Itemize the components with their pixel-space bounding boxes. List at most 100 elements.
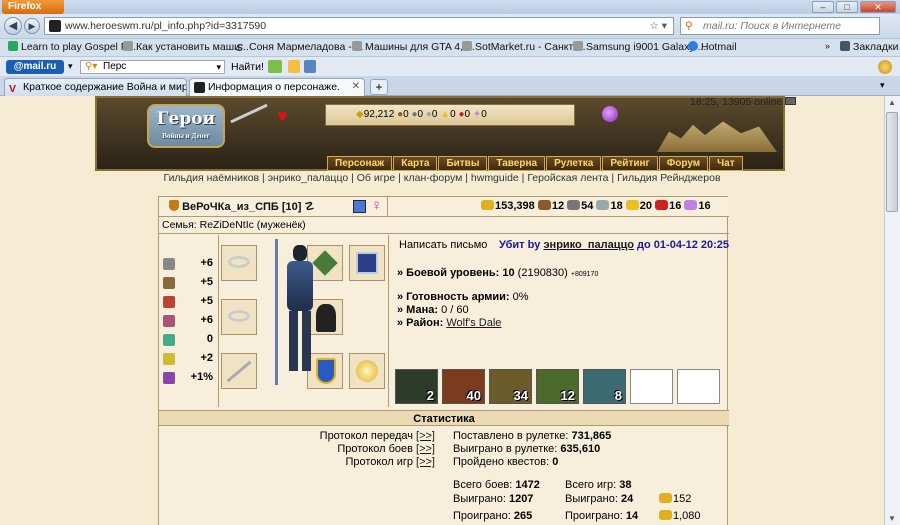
game-banner: Герои Войны и Денег ♥ ◆92,212 ●0 ●0 ●0 ▲0…: [95, 96, 785, 171]
scrollbar-thumb[interactable]: [886, 112, 898, 212]
menu-battles[interactable]: Битвы: [438, 156, 488, 171]
district-link[interactable]: Wolf's Dale: [446, 317, 501, 329]
maximize-button[interactable]: □: [836, 1, 858, 13]
link-hwmguide[interactable]: hwmguide: [471, 172, 519, 184]
doc-icon: [352, 41, 362, 51]
mailru-logo[interactable]: @mail.ru: [6, 60, 64, 74]
mailru-search-input[interactable]: ⚲▾ Перс ▾: [80, 60, 225, 74]
site-icon: [49, 20, 61, 32]
games-total: Всего игр: 38: [565, 479, 632, 491]
ring-icon[interactable]: [221, 245, 257, 281]
close-window-button[interactable]: ✕: [860, 1, 896, 13]
link-ranger-guild[interactable]: Гильдия Рейнджеров: [617, 172, 720, 184]
games-lost-gold: 1,080: [659, 510, 701, 522]
close-tab-icon[interactable]: ✕: [352, 79, 360, 95]
menu-tavern[interactable]: Таверна: [488, 156, 546, 171]
bookmark-item[interactable]: SotMarket.ru - Санкт-...: [462, 41, 586, 53]
tab-bar: V Краткое содержание Война и мир п... Ин…: [0, 76, 900, 96]
menu-rating[interactable]: Рейтинг: [602, 156, 658, 171]
killer-link[interactable]: энрико_палаццо: [543, 239, 634, 251]
combat-level-line: » Боевой уровень: 10 (2190830) +809170: [397, 267, 599, 279]
menu-map[interactable]: Карта: [393, 156, 438, 171]
search-placeholder: mail.ru: Поиск в Интернете: [703, 20, 841, 32]
book-icon[interactable]: [353, 200, 366, 213]
hero-portrait[interactable]: [259, 239, 345, 387]
bookmark-item[interactable]: Как установить маши...: [123, 41, 249, 53]
link-clan-forum[interactable]: клан-форум: [404, 172, 463, 184]
write-letter-link[interactable]: Написать письмо: [399, 239, 487, 251]
bookmark-item[interactable]: Машины для GTA 4, ...: [352, 41, 475, 53]
mailru-dropdown-icon[interactable]: ▾: [68, 61, 73, 72]
link-about-game[interactable]: Об игре: [357, 172, 395, 184]
battle-protocol-link[interactable]: [>>]: [416, 443, 435, 455]
search-engine-icon[interactable]: ⚲: [685, 18, 693, 34]
top-resource-bar: ◆92,212 ●0 ●0 ●0 ▲0 ●0 ✦0: [325, 104, 575, 126]
stat-spellpower: +5: [163, 295, 213, 309]
forward-button[interactable]: ▶: [24, 18, 40, 34]
chevron-down-icon[interactable]: ▾: [216, 61, 221, 73]
search-bar[interactable]: ⚲ mail.ru: Поиск в Интернете: [680, 17, 880, 35]
new-tab-button[interactable]: +: [370, 79, 388, 95]
gear-icon[interactable]: [878, 60, 892, 74]
minimize-button[interactable]: –: [812, 1, 834, 13]
firefox-menu-button[interactable]: Firefox: [2, 0, 64, 14]
killed-by-line: Убит by энрико_палаццо до 01-04-12 20:25: [499, 239, 730, 251]
rss-star-icon[interactable]: ☆ ▾: [649, 18, 667, 34]
artifact-horse-icon[interactable]: [349, 353, 385, 389]
stats-column: +6 +5 +5 +6 0 +2 +1%: [159, 235, 219, 407]
sword-icon[interactable]: [221, 353, 257, 389]
menu-chat[interactable]: Чат: [709, 156, 743, 171]
scroll-up-icon[interactable]: ▲: [888, 98, 896, 107]
scroll-down-icon[interactable]: ▼: [888, 514, 896, 523]
bookmarks-overflow-icon[interactable]: »: [825, 41, 830, 51]
statistics-header: Статистика: [159, 410, 729, 426]
pencil-icon[interactable]: [288, 60, 300, 73]
game-protocol-link[interactable]: [>>]: [416, 456, 435, 468]
chart-icon[interactable]: [268, 60, 282, 73]
gold-icon: [659, 510, 672, 520]
bookmarks-menu-button[interactable]: Закладки: [840, 41, 898, 53]
army-unit-3[interactable]: 34: [489, 369, 532, 404]
link-enrico[interactable]: энрико_палаццо: [268, 172, 349, 184]
transfer-protocol-link[interactable]: [>>]: [416, 430, 435, 442]
sulfur-icon: ▲: [440, 109, 451, 120]
spellbook-icon[interactable]: [349, 245, 385, 281]
bookmark-item[interactable]: Learn to play Gospel Pi...: [8, 41, 139, 53]
link-mercenary-guild[interactable]: Гильдия наёмников: [163, 172, 259, 184]
army-unit-4[interactable]: 12: [536, 369, 579, 404]
mail-envelope-icon[interactable]: [785, 97, 797, 105]
army-unit-5[interactable]: 8: [583, 369, 626, 404]
battles-won: Выиграно: 1207: [453, 493, 534, 505]
bookmark-item[interactable]: Samsung i9001 Galaxy ...: [573, 41, 706, 53]
equipment-area: [219, 235, 389, 407]
menu-character[interactable]: Персонаж: [327, 156, 393, 171]
character-header: ВеРоЧКа_из_СПБ [10] ☡ ♀ 153,398 12 54 18…: [159, 197, 729, 217]
menu-roulette[interactable]: Рулетка: [546, 156, 602, 171]
army-unit-2[interactable]: 40: [442, 369, 485, 404]
find-button[interactable]: Найти!: [231, 61, 264, 73]
game-logo[interactable]: Герои Войны и Денег: [147, 104, 225, 148]
stat-attack: +6: [163, 257, 213, 271]
tab-character-info[interactable]: Информация о персонаже. ✕: [189, 78, 365, 96]
window-icon[interactable]: [304, 60, 316, 73]
attack-icon: [163, 258, 175, 270]
roulette-placed: Поставлено в рулетке: 731,865: [453, 430, 612, 442]
divider: [387, 197, 388, 217]
bookmark-item[interactable]: Hotmail: [688, 41, 737, 53]
tab-summary[interactable]: V Краткое содержание Война и мир п...: [4, 78, 187, 96]
knowledge-icon: [163, 315, 175, 327]
tab-list-icon[interactable]: ▾: [880, 80, 885, 91]
faction-icon: ☡: [304, 201, 315, 213]
ring-icon[interactable]: [221, 299, 257, 335]
link-hero-feed[interactable]: Геройская лента: [527, 172, 608, 184]
site-icon: [194, 82, 205, 93]
army-unit-1[interactable]: 2: [395, 369, 438, 404]
back-button[interactable]: ◀: [4, 17, 22, 35]
crystal-icon: [655, 200, 669, 210]
menu-forum[interactable]: Форум: [658, 156, 709, 171]
clan-shield-icon[interactable]: [169, 200, 179, 211]
bookmark-item[interactable]: S Соня Мармеладова - ...: [236, 41, 363, 54]
stat-initiative: +1%: [163, 371, 213, 385]
url-bar[interactable]: www.heroeswm.ru/pl_info.php?id=3317590 ☆…: [44, 17, 674, 35]
navigation-toolbar: ◀ ▶ www.heroeswm.ru/pl_info.php?id=33175…: [0, 14, 900, 38]
